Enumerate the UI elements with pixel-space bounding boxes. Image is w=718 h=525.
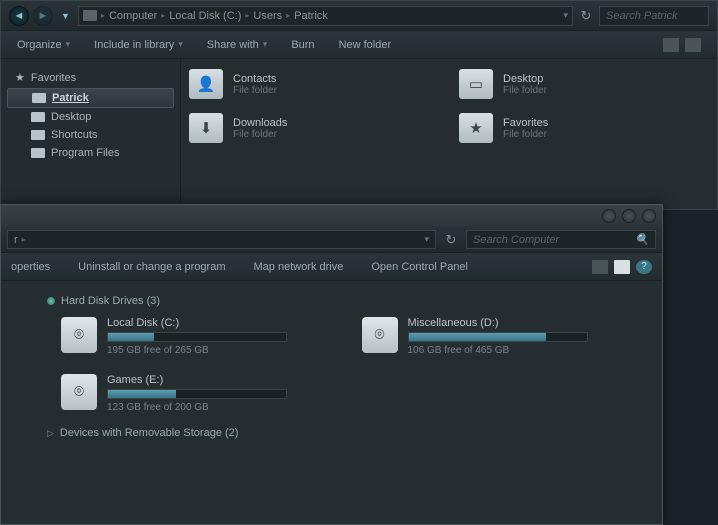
new-folder-button[interactable]: New folder (339, 39, 392, 51)
include-library-menu[interactable]: Include in library▾ (94, 39, 183, 51)
properties-button[interactable]: operties (11, 261, 50, 273)
burn-button[interactable]: Burn (291, 39, 314, 51)
address-bar: ◄ ► ▼ ▸ Computer ▸ Local Disk (C:) ▸ Use… (1, 1, 717, 31)
hdd-category-header[interactable]: Hard Disk Drives (3) (31, 291, 632, 317)
folder-downloads[interactable]: ⬇ Downloads File folder (189, 113, 439, 143)
capacity-bar (408, 332, 588, 342)
expand-icon (47, 297, 55, 305)
preview-pane-button[interactable] (685, 38, 701, 52)
search-icon: 🔍 (635, 233, 649, 246)
folder-icon (31, 112, 45, 122)
chevron-right-icon: ▸ (245, 11, 249, 20)
expand-icon: ▷ (47, 428, 54, 439)
breadcrumb-item[interactable]: Patrick (294, 10, 328, 22)
explorer-window-patrick: ◄ ► ▼ ▸ Computer ▸ Local Disk (C:) ▸ Use… (0, 0, 718, 210)
control-panel-button[interactable]: Open Control Panel (371, 261, 468, 273)
forward-button[interactable]: ► (33, 6, 53, 26)
nav-history-dropdown[interactable]: ▼ (57, 11, 74, 21)
share-menu[interactable]: Share with▾ (207, 39, 268, 51)
map-drive-button[interactable]: Map network drive (254, 261, 344, 273)
folder-contacts[interactable]: 👤 Contacts File folder (189, 69, 439, 99)
breadcrumb-item[interactable]: Local Disk (C:) (169, 10, 241, 22)
star-icon: ★ (15, 71, 25, 84)
content-area: Hard Disk Drives (3) ⌾ Local Disk (C:) 1… (1, 281, 662, 449)
toolbar: operties Uninstall or change a program M… (1, 253, 662, 281)
sidebar: ★ Favorites Patrick Desktop Shortcuts Pr… (1, 59, 181, 209)
hdd-icon: ⌾ (362, 317, 398, 353)
chevron-right-icon: ▸ (22, 235, 26, 244)
folder-desktop[interactable]: ▭ Desktop File folder (459, 69, 709, 99)
close-button[interactable] (642, 209, 656, 223)
breadcrumb[interactable]: ▸ Computer ▸ Local Disk (C:) ▸ Users ▸ P… (78, 6, 573, 26)
contacts-icon: 👤 (189, 69, 223, 99)
drives-grid: ⌾ Local Disk (C:) 195 GB free of 265 GB … (31, 317, 632, 413)
favorites-icon: ★ (459, 113, 493, 143)
preview-pane-button[interactable] (614, 260, 630, 274)
drive-games-e[interactable]: ⌾ Games (E:) 123 GB free of 200 GB (61, 374, 332, 413)
chevron-right-icon: ▸ (101, 11, 105, 20)
help-button[interactable]: ? (636, 260, 652, 274)
dropdown-icon[interactable]: ▾ (424, 234, 429, 245)
view-options-button[interactable] (592, 260, 608, 274)
toolbar: Organize▾ Include in library▾ Share with… (1, 31, 717, 59)
content-area: ★ Favorites Patrick Desktop Shortcuts Pr… (1, 59, 717, 209)
sidebar-item-desktop[interactable]: Desktop (5, 108, 176, 126)
dropdown-icon[interactable]: ▾ (563, 10, 568, 21)
hdd-icon: ⌾ (61, 317, 97, 353)
uninstall-button[interactable]: Uninstall or change a program (78, 261, 225, 273)
drive-misc-d[interactable]: ⌾ Miscellaneous (D:) 106 GB free of 465 … (362, 317, 633, 356)
sidebar-favorites-header[interactable]: ★ Favorites (5, 67, 176, 88)
search-input[interactable]: Search Patrick (599, 6, 709, 26)
breadcrumb[interactable]: r ▸ ▾ (7, 230, 436, 249)
folder-icon (83, 10, 97, 21)
organize-menu[interactable]: Organize▾ (17, 39, 70, 51)
capacity-bar (107, 332, 287, 342)
breadcrumb-item[interactable]: Computer (109, 10, 157, 22)
folder-grid: 👤 Contacts File folder ▭ Desktop File fo… (181, 59, 717, 209)
maximize-button[interactable] (622, 209, 636, 223)
folder-icon (31, 148, 45, 158)
explorer-window-computer: r ▸ ▾ ↻ Search Computer 🔍 operties Unins… (0, 204, 663, 525)
sidebar-item-program-files[interactable]: Program Files (5, 144, 176, 162)
chevron-right-icon: ▸ (286, 11, 290, 20)
chevron-right-icon: ▸ (161, 11, 165, 20)
folder-favorites[interactable]: ★ Favorites File folder (459, 113, 709, 143)
search-input[interactable]: Search Computer 🔍 (466, 230, 656, 249)
titlebar (1, 205, 662, 227)
breadcrumb-item[interactable]: Users (253, 10, 282, 22)
desktop-icon: ▭ (459, 69, 493, 99)
removable-category-header[interactable]: ▷ Devices with Removable Storage (2) (31, 427, 632, 439)
address-bar: r ▸ ▾ ↻ Search Computer 🔍 (1, 227, 662, 253)
back-button[interactable]: ◄ (9, 6, 29, 26)
drive-local-c[interactable]: ⌾ Local Disk (C:) 195 GB free of 265 GB (61, 317, 332, 356)
folder-icon (32, 93, 46, 103)
refresh-button[interactable]: ↻ (577, 7, 595, 25)
folder-icon (31, 130, 45, 140)
sidebar-item-shortcuts[interactable]: Shortcuts (5, 126, 176, 144)
minimize-button[interactable] (602, 209, 616, 223)
hdd-icon: ⌾ (61, 374, 97, 410)
refresh-button[interactable]: ↻ (442, 231, 460, 249)
view-options-button[interactable] (663, 38, 679, 52)
downloads-icon: ⬇ (189, 113, 223, 143)
capacity-bar (107, 389, 287, 399)
sidebar-item-patrick[interactable]: Patrick (7, 88, 174, 108)
